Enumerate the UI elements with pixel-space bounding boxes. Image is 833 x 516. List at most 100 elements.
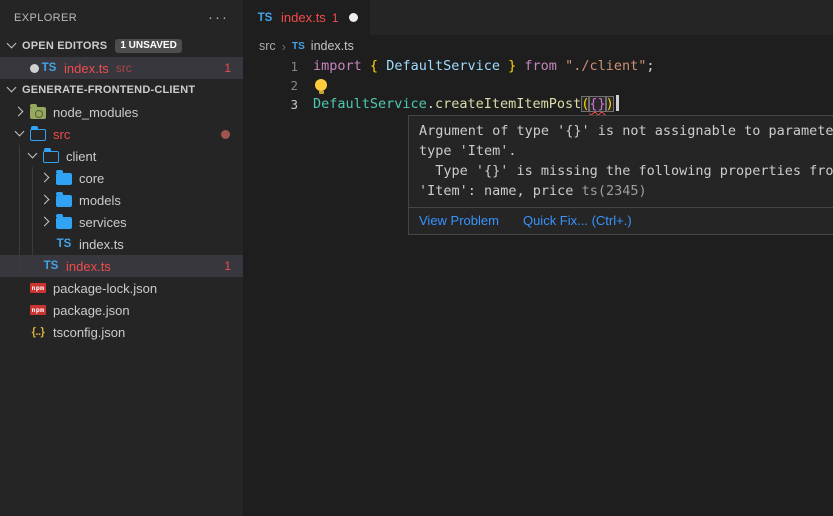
chevron-down-icon[interactable] [12,126,28,142]
code-line-1[interactable]: 1import { DefaultService } from "./clien… [243,57,833,76]
code-token [378,58,386,74]
tree-item-tsconfig.json[interactable]: {..} tsconfig.json [0,321,243,343]
editor-group: TS index.ts 1 src › TS index.ts 1import { D… [243,0,833,516]
breadcrumb-separator-icon: › [282,39,286,54]
chevron-down-icon[interactable] [4,38,20,54]
tab-label: index.ts [281,10,326,25]
lightbulb-icon[interactable] [315,79,327,91]
hover-status-bar: View Problem Quick Fix... (Ctrl+.) [409,207,833,234]
tree-item-index.ts[interactable]: TSindex.ts1 [0,255,243,277]
tree-item-package.json[interactable]: npm package.json [0,299,243,321]
twistie-placeholder [25,258,41,274]
code-token: "./client" [565,58,646,74]
twistie-placeholder [38,236,54,252]
tab-bar: TS index.ts 1 [243,0,833,35]
tab-index-ts[interactable]: TS index.ts 1 [243,0,370,35]
json-glyph: {..} [32,326,45,338]
modified-dot-icon[interactable] [30,64,39,73]
tree-item-label: services [79,215,127,230]
tree-item-node_modules[interactable]: node_modules [0,101,243,123]
open-editors-header[interactable]: OPEN EDITORS 1 UNSAVED [0,35,243,57]
folder-open-glyph [30,129,46,141]
twistie-placeholder [12,324,28,340]
chevron-right-icon[interactable] [38,170,54,186]
chevron-down-icon[interactable] [4,82,20,98]
error-count-badge: 1 [224,259,231,273]
open-editor-path: src [116,61,132,75]
code-token: DefaultService [313,96,427,112]
folder-open-glyph [43,151,59,163]
ts-glyph: TS [57,238,72,250]
tree-item-models[interactable]: models [0,189,243,211]
explorer-sidebar: EXPLORER ··· OPEN EDITORS 1 UNSAVED TS i… [0,0,243,516]
tab-error-badge: 1 [332,11,339,25]
tree-item-label: src [53,127,70,142]
tree-item-label: package-lock.json [53,281,157,296]
project-section-header[interactable]: GENERATE-FRONTEND-CLIENT [0,79,243,101]
tree-item-package-lock.json[interactable]: npm package-lock.json [0,277,243,299]
tree-item-client[interactable]: client [0,145,243,167]
folder-green-glyph [30,107,46,119]
code-token: createItemItemPost [435,96,581,112]
twistie-placeholder [12,280,28,296]
folder-icon [54,214,74,230]
npm-glyph: npm [30,283,47,293]
ts-file-icon: TS [54,236,74,252]
line-number: 1 [243,57,298,76]
tree-item-label: index.ts [66,259,111,274]
error-count-badge: 1 [224,61,231,75]
twistie-placeholder [12,302,28,318]
code-editor[interactable]: 1import { DefaultService } from "./clien… [243,57,833,114]
code-line-2[interactable]: 2 [243,76,833,95]
tree-item-index.ts[interactable]: TSindex.ts [0,233,243,255]
chevron-down-icon[interactable] [25,148,41,164]
file-tree: node_modulessrc client core models services T… [0,101,243,343]
chevron-right-icon[interactable] [38,214,54,230]
code-token: . [427,96,435,112]
vscode-window: EXPLORER ··· OPEN EDITORS 1 UNSAVED TS i… [0,0,833,516]
dirty-indicator-icon[interactable] [349,13,358,22]
folder-icon [54,192,74,208]
code-line-3[interactable]: 3DefaultService.createItemItemPost({}) [243,95,833,114]
open-editor-item-index-ts[interactable]: TS index.ts src 1 [0,57,243,79]
hover-message-line: Argument of type '{}' is not assignable … [419,121,833,141]
code-token: from [524,58,557,74]
view-problem-link[interactable]: View Problem [419,213,499,228]
folder-glyph [56,217,72,229]
tree-item-services[interactable]: services [0,211,243,233]
code-token: ) [606,96,614,112]
unsaved-badge: 1 UNSAVED [115,39,182,53]
tree-item-label: core [79,171,104,186]
line-number: 2 [243,76,298,95]
hover-message-line: 'Item': name, price ts(2345) [419,181,833,201]
quick-fix-link[interactable]: Quick Fix... (Ctrl+.) [523,213,632,228]
typescript-file-icon: TS [292,41,305,52]
tree-item-label: tsconfig.json [53,325,125,340]
error-hover-widget: Argument of type '{}' is not assignable … [408,115,833,235]
breadcrumb-item-index.ts[interactable]: index.ts [311,39,354,53]
code-token: ; [646,58,654,74]
chevron-right-icon[interactable] [38,192,54,208]
code-token: {} [589,96,605,112]
code-token [557,58,565,74]
error-code: ts(2345) [573,183,646,199]
explorer-title: EXPLORER [14,12,77,24]
tree-item-label: client [66,149,96,164]
more-actions-icon[interactable]: ··· [208,13,229,23]
project-name: GENERATE-FRONTEND-CLIENT [22,84,195,96]
explorer-title-bar: EXPLORER ··· [0,0,243,35]
hover-message-line: Type '{}' is missing the following prope… [419,161,833,181]
tree-item-src[interactable]: src [0,123,243,145]
tree-item-label: package.json [53,303,130,318]
folder-glyph [56,195,72,207]
line-number: 3 [243,95,298,114]
open-editors-label: OPEN EDITORS [22,40,107,52]
code-token [500,58,508,74]
indent-guide [32,167,33,255]
folder-green-icon [28,104,48,120]
chevron-right-icon[interactable] [12,104,28,120]
tree-item-core[interactable]: core [0,167,243,189]
breadcrumb: src › TS index.ts [243,35,833,57]
breadcrumb-item-src[interactable]: src [259,39,276,53]
npm-file-icon: npm [28,302,48,318]
